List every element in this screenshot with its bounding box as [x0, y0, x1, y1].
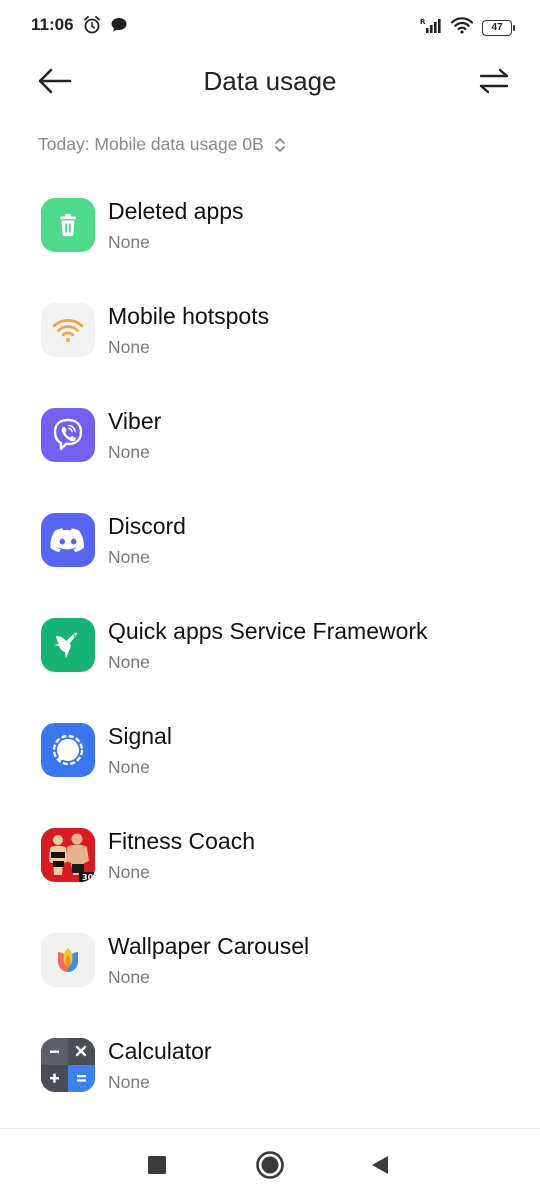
app-name: Wallpaper Carousel [108, 933, 310, 959]
swap-arrows-icon [479, 68, 509, 94]
list-item-deleted-apps[interactable]: Deleted apps None [0, 172, 540, 277]
list-item-discord[interactable]: Discord None [0, 487, 540, 592]
app-name: Calculator [108, 1038, 212, 1064]
app-usage: None [108, 442, 150, 462]
app-name: Discord [108, 513, 186, 539]
cellular-signal-icon: R [420, 17, 442, 38]
svg-text:30: 30 [82, 873, 94, 882]
wifi-status-icon [450, 16, 474, 39]
signal-icon [41, 723, 95, 777]
svg-text:R: R [420, 18, 426, 26]
status-right-icons: R 47 [420, 16, 515, 39]
fitness-icon: 30 [41, 828, 95, 882]
list-item-wallpaper-carousel[interactable]: Wallpaper Carousel None [0, 907, 540, 1012]
app-usage: None [108, 757, 150, 777]
discord-icon [41, 513, 95, 567]
page-title: Data usage [203, 66, 337, 96]
list-item-mobile-hotspots[interactable]: Mobile hotspots None [0, 277, 540, 382]
triangle-back-icon [372, 1156, 388, 1174]
list-item-calculator[interactable]: Calculator None [0, 1012, 540, 1117]
status-bar: 11:06 R 47 [0, 0, 540, 52]
usage-summary-text: Today: Mobile data usage 0B [38, 134, 264, 154]
app-usage: None [108, 547, 150, 567]
app-usage-list: Deleted apps None Mobile hotspots None V… [0, 172, 540, 1117]
circle-icon [256, 1151, 284, 1179]
system-navigation-bar [0, 1128, 540, 1200]
back-nav-button[interactable] [360, 1147, 400, 1183]
home-button[interactable] [250, 1147, 290, 1183]
app-usage: None [108, 232, 150, 252]
recents-button[interactable] [137, 1147, 177, 1183]
list-item-signal[interactable]: Signal None [0, 697, 540, 802]
app-name: Viber [108, 408, 162, 434]
app-bar: Data usage [0, 52, 540, 112]
app-name: Quick apps Service Framework [108, 618, 428, 644]
square-icon [148, 1156, 166, 1174]
app-name: Signal [108, 723, 172, 749]
app-usage: None [108, 337, 150, 357]
app-usage: None [108, 967, 150, 987]
app-usage: None [108, 1072, 150, 1092]
app-usage: None [108, 862, 150, 882]
battery-indicator: 47 [482, 19, 515, 36]
wifi-icon [41, 303, 95, 357]
tulip-icon [41, 933, 95, 987]
app-name: Fitness Coach [108, 828, 256, 854]
list-item-viber[interactable]: Viber None [0, 382, 540, 487]
trash-icon [41, 198, 95, 252]
up-down-chevron-icon [274, 137, 285, 152]
app-name: Deleted apps [108, 198, 244, 224]
viber-icon [41, 408, 95, 462]
hummingbird-icon [41, 618, 95, 672]
app-name: Mobile hotspots [108, 303, 270, 329]
app-usage: None [108, 652, 150, 672]
chat-bubble-icon [110, 16, 128, 39]
status-time: 11:06 [31, 15, 74, 34]
list-item-fitness-coach[interactable]: 30 Fitness Coach None [0, 802, 540, 907]
alarm-icon [82, 15, 102, 40]
list-item-quick-apps[interactable]: Quick apps Service Framework None [0, 592, 540, 697]
status-left-icons [82, 15, 128, 40]
calculator-icon [41, 1038, 95, 1092]
sort-button[interactable] [478, 66, 510, 96]
usage-period-selector[interactable]: Today: Mobile data usage 0B [38, 134, 286, 155]
